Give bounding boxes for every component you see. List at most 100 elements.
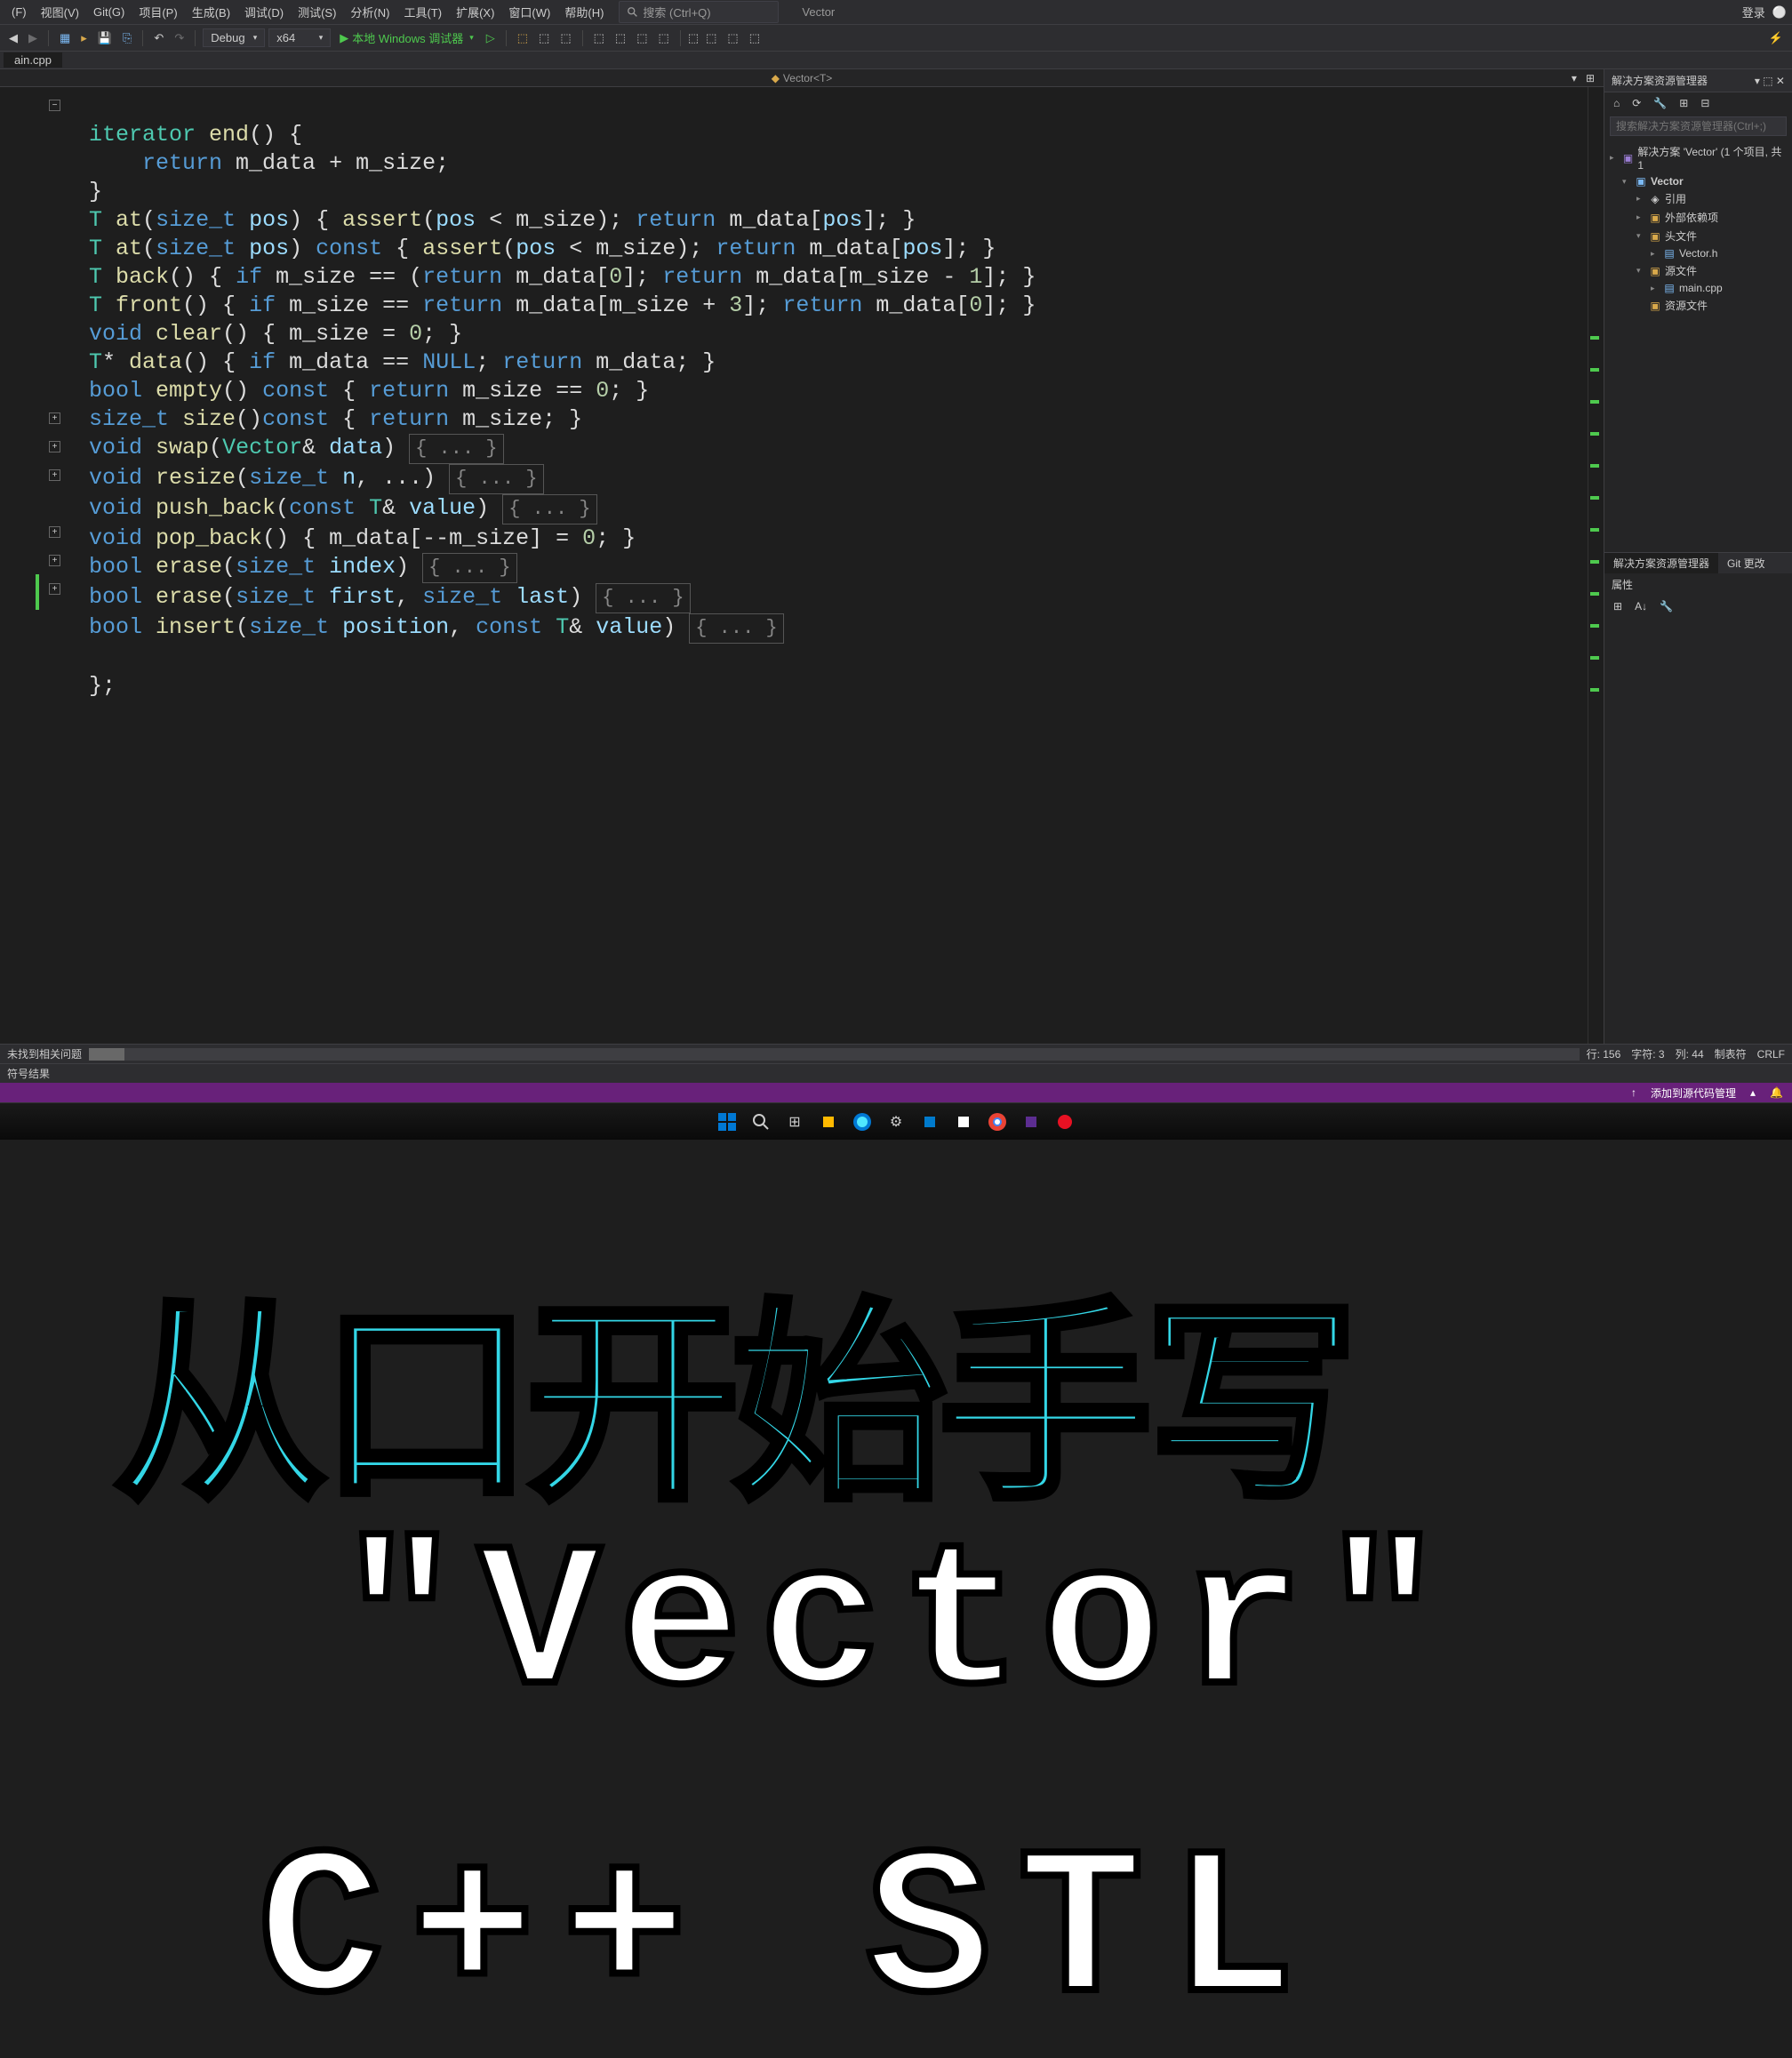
back-button[interactable]: ◀ (5, 29, 21, 47)
live-share-button[interactable]: ⚡ (1765, 29, 1787, 47)
chrome-icon[interactable] (985, 1109, 1010, 1134)
tool-icon-3[interactable]: ⊟ (1697, 95, 1713, 111)
tb-icon-4[interactable]: ⬚ (590, 29, 608, 47)
fold-plus-icon[interactable]: + (49, 555, 60, 566)
tree-solution[interactable]: ▸ ▣ 解决方案 'Vector' (1 个项目, 共 1 (1604, 142, 1792, 173)
vscode-icon[interactable] (917, 1109, 942, 1134)
edge-icon[interactable] (850, 1109, 875, 1134)
fold-minus-icon[interactable]: − (49, 100, 60, 111)
settings-icon[interactable]: ⚙ (884, 1109, 908, 1134)
props-az-icon[interactable]: A↓ (1631, 598, 1651, 614)
tb-icon-3[interactable]: ⬚ (556, 29, 574, 47)
menu-tools[interactable]: 工具(T) (397, 1, 448, 23)
search-input[interactable]: 搜索 (Ctrl+Q) (619, 1, 779, 23)
tb-icon-1[interactable]: ⬚ (514, 29, 532, 47)
tree-headers[interactable]: ▾ ▣ 头文件 (1604, 227, 1792, 245)
overview-scrollbar[interactable] (1588, 87, 1604, 1044)
menu-extensions[interactable]: 扩展(X) (450, 1, 500, 23)
undo-button[interactable]: ↶ (150, 29, 167, 47)
tool-icon[interactable]: 🔧 (1650, 95, 1670, 111)
login-icon[interactable]: ⚪ (1772, 5, 1787, 20)
folder-icon: ▣ (1649, 300, 1661, 312)
tb-icon-10[interactable]: ⬚ (724, 29, 741, 47)
explorer-icon[interactable] (816, 1109, 841, 1134)
props-wrench-icon[interactable]: 🔧 (1656, 598, 1676, 614)
menu-build[interactable]: 生成(B) (186, 1, 236, 23)
tree-external-deps[interactable]: ▸ ▣ 外部依赖项 (1604, 208, 1792, 227)
menu-debug[interactable]: 调试(D) (238, 1, 290, 23)
tb-icon-9[interactable]: ⬚ (702, 29, 720, 47)
tree-resources[interactable]: ▣ 资源文件 (1604, 296, 1792, 315)
solution-icon: ▣ (1622, 152, 1635, 164)
dropdown-button[interactable]: ⊞ (1582, 70, 1598, 86)
tab-solution-explorer[interactable]: 解决方案资源管理器 (1604, 553, 1718, 573)
app-icon-1[interactable] (951, 1109, 976, 1134)
fold-plus-icon[interactable]: + (49, 412, 60, 424)
tree-references[interactable]: ▸ ◈ 引用 (1604, 189, 1792, 208)
menu-file[interactable]: (F) (5, 3, 33, 21)
fold-plus-icon[interactable]: + (49, 583, 60, 595)
menu-help[interactable]: 帮助(H) (558, 1, 610, 23)
tb-icon-11[interactable]: ⬚ (746, 29, 764, 47)
save-button[interactable]: 💾 (94, 29, 116, 47)
breadcrumb-class[interactable]: Vector<T> (783, 72, 832, 84)
menu-analyze[interactable]: 分析(N) (344, 1, 396, 23)
notifications-icon[interactable]: 🔔 (1770, 1086, 1783, 1099)
tb-icon-7[interactable]: ⬚ (655, 29, 673, 47)
folder-icon: ▣ (1649, 212, 1661, 224)
taskview-icon[interactable]: ⊞ (782, 1109, 807, 1134)
separator (506, 30, 507, 46)
source-control-button[interactable]: 添加到源代码管理 (1651, 1085, 1736, 1101)
tab-git-changes[interactable]: Git 更改 (1718, 553, 1774, 573)
fold-plus-icon[interactable]: + (49, 441, 60, 452)
menu-test[interactable]: 测试(S) (292, 1, 342, 23)
properties-panel: 解决方案资源管理器 Git 更改 属性 ⊞ A↓ 🔧 (1604, 552, 1792, 1044)
start-button[interactable] (715, 1109, 740, 1134)
tb-icon-2[interactable]: ⬚ (535, 29, 553, 47)
record-icon[interactable] (1052, 1109, 1077, 1134)
taskbar-search-icon[interactable] (748, 1109, 773, 1134)
pin-icon[interactable]: ▾ ⬚ ✕ (1755, 75, 1785, 87)
tb-icon-5[interactable]: ⬚ (612, 29, 629, 47)
file-tab-main[interactable]: ain.cpp (4, 52, 62, 68)
new-item-button[interactable]: ▦ (56, 29, 74, 47)
find-results-bar[interactable]: 符号结果 (0, 1063, 1792, 1083)
menu-window[interactable]: 窗口(W) (502, 1, 556, 23)
tree-project[interactable]: ▾ ▣ Vector (1604, 173, 1792, 189)
start-no-debug-button[interactable]: ▷ (483, 29, 499, 47)
tree-header-file[interactable]: ▸ ▤ Vector.h (1604, 245, 1792, 261)
config-dropdown[interactable]: Debug▾ (203, 28, 265, 47)
home-icon[interactable]: ⌂ (1610, 95, 1623, 111)
split-button[interactable]: ▾ (1568, 70, 1580, 86)
tb-icon-6[interactable]: ⬚ (633, 29, 651, 47)
platform-dropdown[interactable]: x64▾ (268, 28, 331, 47)
source-control-chevron[interactable]: ▴ (1750, 1086, 1756, 1099)
debugger-label: 本地 Windows 调试器 (352, 29, 463, 46)
toolbar: ◀ ▶ ▦ ▸ 💾 ⎘ ↶ ↷ Debug▾ x64▾ ▶ 本地 Windows… (0, 25, 1792, 52)
status-col: 列: 44 (1676, 1046, 1704, 1061)
redo-button[interactable]: ↷ (171, 29, 188, 47)
code-editor[interactable]: − + + + + + + iterator end() { return m_… (0, 87, 1604, 1044)
solution-search-input[interactable] (1610, 116, 1787, 136)
menu-view[interactable]: 视图(V) (35, 1, 85, 23)
tree-source-file[interactable]: ▸ ▤ main.cpp (1604, 280, 1792, 296)
overlay-title-1: 从口开始手写 (114, 1232, 1792, 1541)
tb-icon-8[interactable]: ⬚ (688, 31, 699, 45)
props-cat-icon[interactable]: ⊞ (1610, 598, 1626, 614)
start-debug-button[interactable]: ▶ 本地 Windows 调试器 ▾ (334, 28, 479, 48)
code-content[interactable]: iterator end() { return m_data + m_size;… (53, 87, 1604, 1044)
visual-studio-icon[interactable] (1019, 1109, 1044, 1134)
sync-icon[interactable]: ⟳ (1628, 95, 1644, 111)
no-issues-label: 未找到相关问题 (7, 1046, 82, 1061)
save-all-button[interactable]: ⎘ (119, 29, 135, 47)
fold-plus-icon[interactable]: + (49, 469, 60, 481)
open-button[interactable]: ▸ (77, 29, 91, 47)
horizontal-scrollbar[interactable] (89, 1048, 1580, 1061)
login-link[interactable]: 登录 (1742, 4, 1765, 20)
fold-plus-icon[interactable]: + (49, 526, 60, 538)
tool-icon-2[interactable]: ⊞ (1676, 95, 1692, 111)
forward-button[interactable]: ▶ (25, 29, 41, 47)
tree-sources[interactable]: ▾ ▣ 源文件 (1604, 261, 1792, 280)
menu-git[interactable]: Git(G) (87, 3, 131, 21)
menu-project[interactable]: 项目(P) (132, 1, 183, 23)
